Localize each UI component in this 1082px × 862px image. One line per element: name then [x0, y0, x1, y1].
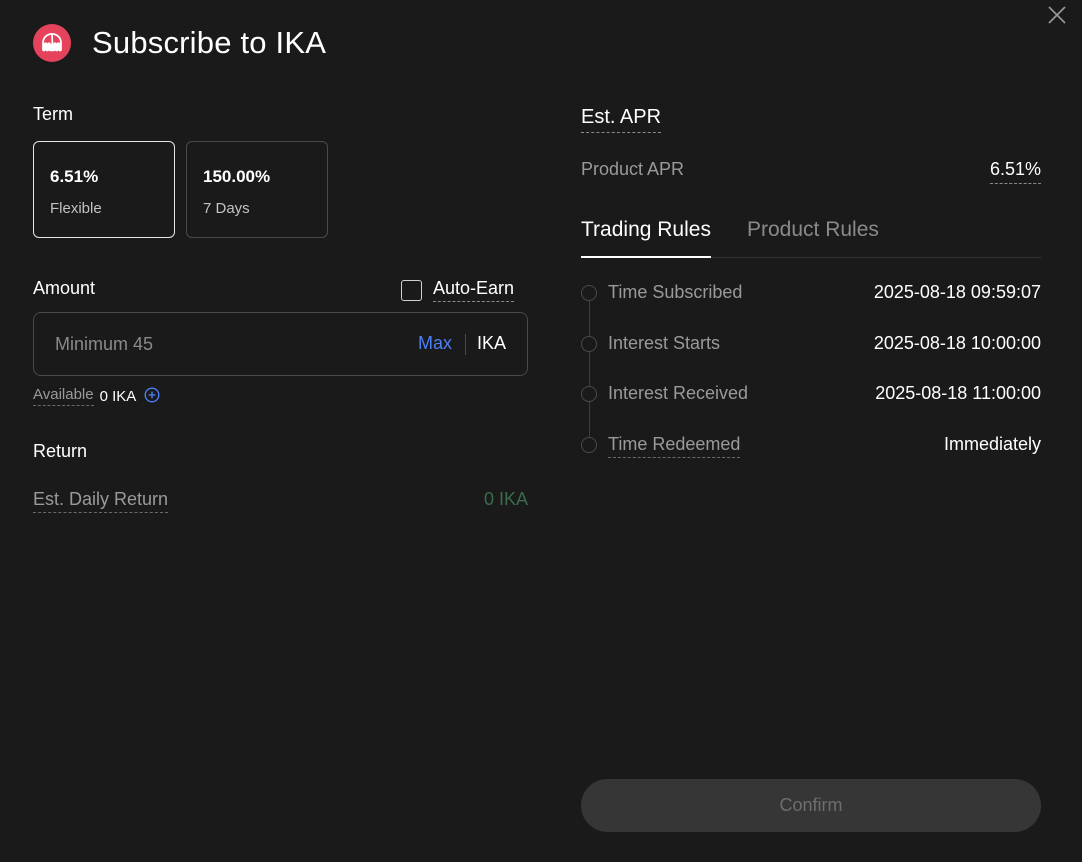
term-label: Term: [33, 104, 73, 124]
subscribe-dialog: Subscribe to IKA Term 6.51% Flexible 150…: [0, 0, 1082, 862]
timeline-dot: [581, 386, 597, 402]
daily-return-label: Est. Daily Return: [33, 489, 169, 513]
timeline-dot: [581, 437, 597, 453]
max-button[interactable]: Max: [418, 333, 452, 354]
term-option-flexible[interactable]: 6.51% Flexible: [33, 141, 175, 238]
term-duration: 7 Days: [203, 200, 250, 217]
timeline-value: Immediately: [943, 434, 1041, 454]
tab-product-rules[interactable]: Product Rules: [747, 218, 879, 258]
amount-field: Max IKA: [33, 312, 528, 376]
unit-divider: [465, 334, 466, 355]
auto-earn-checkbox[interactable]: [401, 279, 422, 301]
available-value: 0 IKA: [99, 387, 137, 405]
confirm-button[interactable]: Confirm: [581, 779, 1041, 832]
term-rate: 6.51%: [50, 167, 99, 186]
timeline-connector: [589, 294, 590, 446]
timeline-dot: [581, 336, 597, 352]
dialog-header: Subscribe to IKA: [33, 24, 326, 62]
amount-unit: IKA: [477, 333, 507, 353]
term-rate: 150.00%: [203, 167, 271, 186]
amount-input[interactable]: [55, 331, 385, 357]
term-option-7-days[interactable]: 150.00% 7 Days: [186, 141, 328, 238]
add-funds-icon[interactable]: [144, 386, 160, 403]
tab-trading-rules[interactable]: Trading Rules: [581, 218, 711, 258]
timeline-value: 2025-08-18 11:00:00: [875, 383, 1041, 403]
timeline-dot: [581, 285, 597, 301]
product-apr-label: Product APR: [581, 159, 685, 179]
timeline-row: Time Subscribed 2025-08-18 09:59:07: [581, 282, 1041, 308]
timeline-value: 2025-08-18 09:59:07: [873, 282, 1041, 302]
timeline-row: Interest Received 2025-08-18 11:00:00: [581, 383, 1041, 409]
auto-earn-label[interactable]: Auto-Earn: [433, 278, 515, 302]
daily-return-value: 0 IKA: [483, 489, 528, 509]
timeline-label: Time Subscribed: [608, 282, 743, 302]
close-icon: [1048, 6, 1066, 24]
est-apr-title: Est. APR: [581, 106, 662, 133]
timeline-row: Interest Starts 2025-08-18 10:00:00: [581, 333, 1041, 359]
auto-earn-toggle: Auto-Earn: [401, 278, 515, 302]
product-apr-value: 6.51%: [989, 159, 1041, 184]
return-label: Return: [33, 441, 88, 461]
timeline-row: Time Redeemed Immediately: [581, 434, 1041, 460]
close-button[interactable]: [1045, 3, 1069, 27]
available-balance: Available 0 IKA: [33, 386, 160, 406]
timeline-value: 2025-08-18 10:00:00: [873, 333, 1041, 353]
timeline-label: Interest Starts: [608, 333, 721, 353]
available-label: Available: [33, 386, 94, 406]
kraken-logo-icon: [33, 24, 71, 62]
timeline-label: Interest Received: [608, 383, 749, 403]
rules-tabs: Trading Rules Product Rules: [581, 218, 1041, 258]
timeline-label: Time Redeemed: [608, 434, 741, 458]
term-duration: Flexible: [50, 200, 102, 217]
dialog-title: Subscribe to IKA: [92, 25, 327, 60]
amount-label: Amount: [33, 278, 96, 298]
